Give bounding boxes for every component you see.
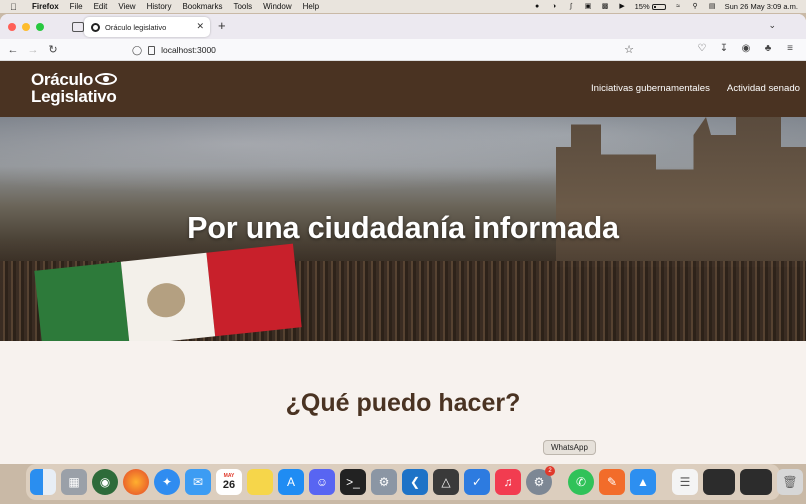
discord-icon[interactable]: ☺ [309,469,335,495]
new-tab-button[interactable]: + [218,18,226,33]
status-area: ● ◑ ∫ ▣ ▩ ▶ 15% ≈ ⚲ ▤ Sun 26 May 3:09 a.… [533,0,798,13]
pencil-app-icon[interactable]: ✎ [599,469,625,495]
eye-icon [95,72,118,85]
logo-line2: Legislativo [31,87,117,106]
list-tabs-icon[interactable]: ⌄ [768,20,776,31]
settings-badge: 2 [545,466,555,476]
safari-icon[interactable]: ✦ [154,469,180,495]
navigation-toolbar: ← → ↻ ◯ localhost:3000 ☆ ♡ ↧ ◉ ♣ ≡ [0,39,806,61]
extensions-icon[interactable]: ♣ [762,43,774,55]
calendar-day: 26 [222,479,236,491]
toggle-icon[interactable]: ◑ [550,3,559,11]
tab-title: Oráculo legislativo [105,22,167,32]
forward-button[interactable]: → [26,44,40,56]
bluetooth-icon[interactable]: ∫ [567,3,576,11]
search-icon[interactable]: ⚲ [691,3,700,11]
window-thumb-icon[interactable] [703,469,735,495]
firefox-icon[interactable] [123,469,149,495]
trash-icon[interactable]: 🗑 [777,469,803,495]
wifi-icon[interactable]: ≈ [674,3,683,11]
keyboard-icon[interactable]: ▣ [584,3,593,11]
page-info-icon[interactable] [148,45,156,55]
app-store-icon[interactable]: A [278,469,304,495]
menu-icon[interactable]: ≡ [784,43,796,55]
minimize-window-button[interactable] [22,22,30,31]
window-controls [8,22,44,31]
mail-icon[interactable]: ✉ [185,469,211,495]
finder-icon[interactable] [30,469,56,495]
dock-tooltip: WhatsApp [543,440,596,455]
battery-indicator[interactable]: 15% [635,2,666,11]
notes-icon[interactable] [247,469,273,495]
tab-bar: Oráculo legislativo ✕ + ⌄ [0,14,806,39]
nav-iniciativas-link[interactable]: Iniciativas gubernamentales [591,83,710,94]
terminal-icon[interactable]: >_ [340,469,366,495]
hero-title: Por una ciudadanía informada [187,211,619,245]
nav-actividad-link[interactable]: Actividad senado [727,83,800,94]
menu-app-name[interactable]: Firefox [32,2,59,11]
whatsapp-icon[interactable]: ✆ [568,469,594,495]
tracking-shield-icon[interactable]: ◯ [132,45,142,56]
tab-overview-icon[interactable] [72,21,84,32]
menu-edit[interactable]: Edit [94,2,108,11]
keynote-icon[interactable]: ▲ [630,469,656,495]
calendar-icon[interactable]: MAY 26 [216,469,242,495]
menu-help[interactable]: Help [303,2,319,11]
unity-icon[interactable]: △ [433,469,459,495]
battery-icon [651,3,666,10]
back-button[interactable]: ← [6,44,20,56]
apple-icon[interactable]:  [10,2,20,12]
system-settings-icon[interactable]: ⚙ 2 [526,466,555,495]
url-text[interactable]: localhost:3000 [161,45,216,55]
menu-file[interactable]: File [70,2,83,11]
window-thumb-icon-2[interactable] [740,469,772,495]
toolbar-right: ♡ ↧ ◉ ♣ ≡ [696,43,796,55]
control-center-icon[interactable]: ▤ [708,3,717,11]
bookmark-star-icon[interactable]: ☆ [624,43,634,56]
hero-banner: Por una ciudadanía informada [0,117,806,341]
close-window-button[interactable] [8,22,16,31]
mexican-flag-image [34,243,302,341]
site-logo[interactable]: Oráculo Legislativo [31,71,118,106]
tab-active[interactable]: Oráculo legislativo ✕ [84,17,210,37]
favicon-icon [91,22,100,32]
account-icon[interactable]: ◉ [740,43,752,55]
vscode-icon[interactable]: ❮ [402,469,428,495]
clock[interactable]: Sun 26 May 3:09 a.m. [725,2,798,11]
downloads-icon[interactable]: ↧ [718,43,730,55]
address-bar[interactable]: ◯ localhost:3000 ☆ [128,42,638,58]
spotify-like-icon[interactable]: ◉ [92,469,118,495]
menu-window[interactable]: Window [263,2,291,11]
site-header: Oráculo Legislativo Iniciativas gubernam… [0,61,806,117]
menu-view[interactable]: View [118,2,135,11]
site-nav: Iniciativas gubernamentales Actividad se… [591,83,800,94]
dock: ▦ ◉ ✦ ✉ MAY 26 A ☺ >_ ⚙ ❮ △ ✓ ♫ ⚙ 2 ✆ ✎ ▲… [26,464,803,500]
browser-window: Oráculo legislativo ✕ + ⌄ ← → ↻ ◯ localh… [0,14,806,464]
close-tab-icon[interactable]: ✕ [196,21,204,32]
zoom-window-button[interactable] [36,22,44,31]
tasks-icon[interactable]: ✓ [464,469,490,495]
document-icon[interactable]: ☰ [672,469,698,495]
launchpad-icon[interactable]: ▦ [61,469,87,495]
battery-percent: 15% [634,2,650,11]
reload-button[interactable]: ↻ [46,43,60,56]
preview-icon[interactable]: ⚙ [371,469,397,495]
cat-icon[interactable]: ● [533,3,542,11]
menu-bookmarks[interactable]: Bookmarks [182,2,222,11]
menu-tools[interactable]: Tools [233,2,252,11]
menu-bar:  Firefox File Edit View History Bookmar… [0,0,806,13]
car-icon[interactable]: ▩ [601,3,610,11]
section-title: ¿Qué puedo hacer? [285,389,521,417]
menu-history[interactable]: History [147,2,172,11]
music-icon[interactable]: ♫ [495,469,521,495]
play-icon[interactable]: ▶ [618,3,627,11]
web-page: Oráculo Legislativo Iniciativas gubernam… [0,61,806,464]
pocket-icon[interactable]: ♡ [696,43,708,55]
